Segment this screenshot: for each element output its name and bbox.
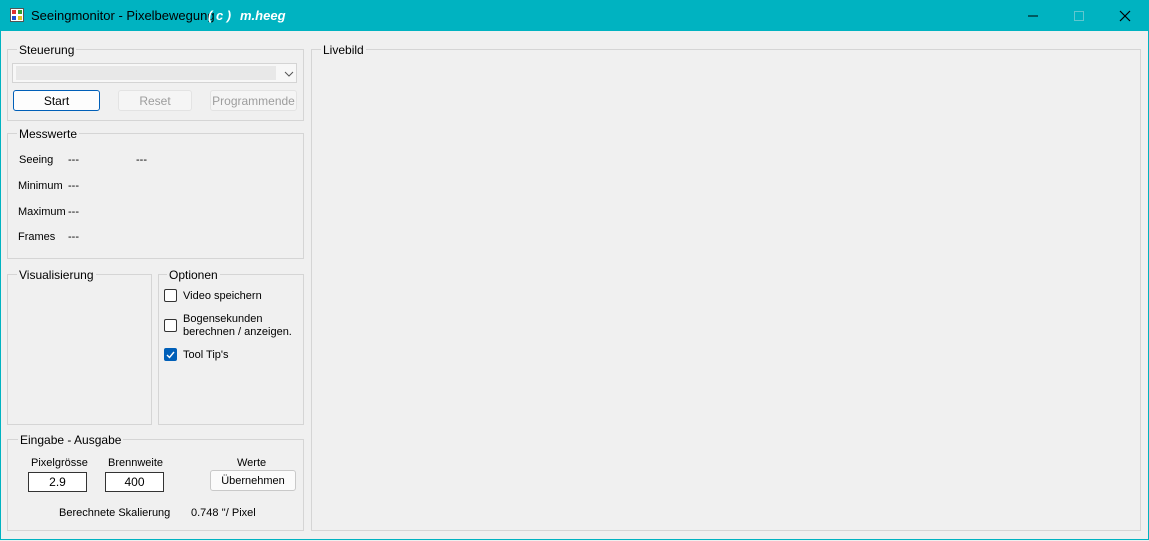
close-icon [1119, 10, 1131, 21]
chevron-down-icon [284, 71, 294, 77]
berechnete-skalierung-value: 0.748 ''/ Pixel [191, 507, 256, 519]
window-title: Seeingmonitor - Pixelbewegung [31, 8, 215, 23]
steuerung-group-label: Steuerung [17, 43, 77, 57]
maximize-icon [1074, 10, 1084, 21]
maximum-value: --- [68, 206, 79, 218]
camera-select[interactable] [12, 63, 297, 83]
programmende-button[interactable]: Programmende [210, 90, 297, 111]
start-button[interactable]: Start [13, 90, 100, 111]
seeing-value-2: --- [136, 154, 147, 166]
seeing-label: Seeing [19, 154, 54, 166]
messwerte-group-label: Messwerte [17, 127, 80, 141]
frames-label: Frames [18, 231, 56, 243]
title-bar: Seeingmonitor - Pixelbewegung ( c ) m.he… [0, 0, 1149, 31]
maximum-label: Maximum [18, 206, 66, 218]
brennweite-label: Brennweite [108, 457, 164, 469]
bogensekunden-label-line1: Bogensekunden [183, 313, 263, 325]
bogensekunden-label-line2: berechnen / anzeigen. [183, 326, 292, 338]
optionen-group-label: Optionen [167, 268, 220, 282]
camera-select-value [16, 66, 276, 80]
uebernehmen-button[interactable]: Übernehmen [210, 470, 296, 491]
reset-button[interactable]: Reset [118, 90, 192, 111]
minimum-label: Minimum [18, 180, 63, 192]
minimize-icon [1028, 15, 1038, 16]
video-speichern-checkbox[interactable] [164, 289, 177, 302]
seeing-value: --- [68, 154, 79, 166]
frames-value: --- [68, 231, 79, 243]
eingabe-ausgabe-group-label: Eingabe - Ausgabe [18, 433, 124, 447]
tooltips-label: Tool Tip's [183, 349, 229, 361]
maximize-button[interactable] [1056, 0, 1102, 31]
pixelgroesse-label: Pixelgrösse [31, 457, 88, 469]
app-icon [10, 8, 24, 22]
berechnete-skalierung-label: Berechnete Skalierung [59, 507, 171, 519]
pixelgroesse-input[interactable]: 2.9 [28, 472, 87, 492]
livebild-group [311, 49, 1141, 531]
window-title-author: m.heeg [240, 8, 286, 23]
brennweite-input[interactable]: 400 [105, 472, 164, 492]
bogensekunden-checkbox[interactable] [164, 319, 177, 332]
window-title-copyright: ( c ) [208, 8, 232, 23]
werte-label: Werte [237, 457, 267, 469]
visualisierung-group-label: Visualisierung [17, 268, 96, 282]
visualisierung-group [7, 274, 152, 425]
checkmark-icon [166, 351, 175, 359]
video-speichern-label: Video speichern [183, 290, 262, 302]
livebild-group-label: Livebild [321, 43, 366, 57]
minimum-value: --- [68, 180, 79, 192]
tooltips-checkbox[interactable] [164, 348, 177, 361]
close-button[interactable] [1102, 0, 1148, 31]
minimize-button[interactable] [1010, 0, 1056, 31]
